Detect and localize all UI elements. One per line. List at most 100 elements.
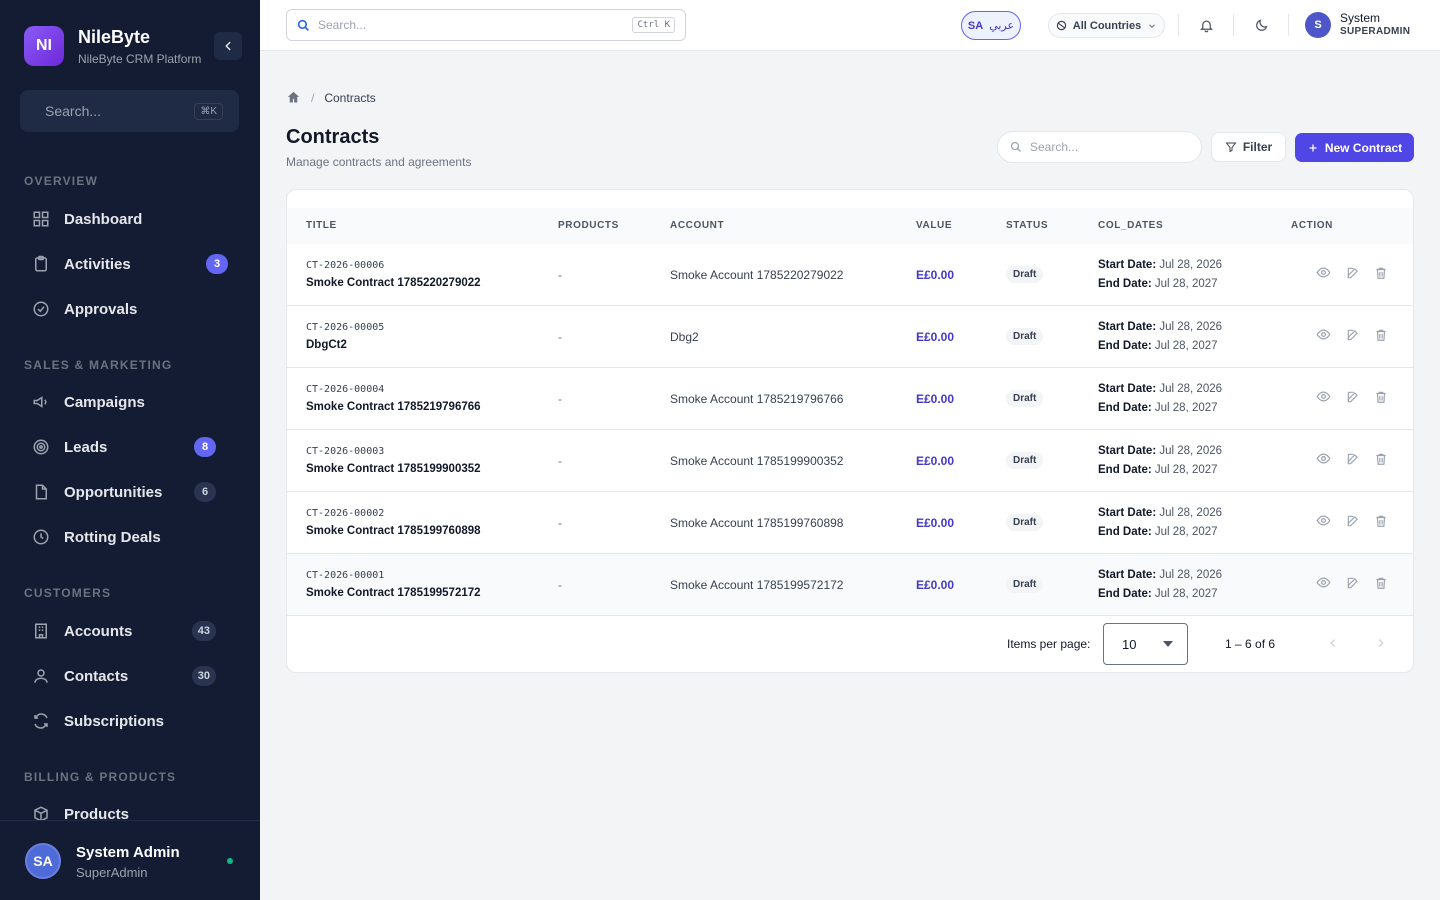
status-badge: Draft	[1006, 390, 1044, 407]
view-button[interactable]	[1315, 453, 1331, 469]
contracts-search-input[interactable]: Search...	[997, 131, 1202, 163]
sidebar-user-profile[interactable]: SA System Admin SuperAdmin	[0, 820, 260, 900]
global-search-input[interactable]: Search... Ctrl K	[286, 9, 686, 41]
view-button[interactable]	[1315, 267, 1331, 283]
edit-button[interactable]	[1345, 267, 1361, 283]
start-date-label: Start Date:	[1098, 445, 1157, 457]
table-row[interactable]: CT-2026-00005 DbgCt2 - Dbg2 E£0.00 Draft Start…	[287, 306, 1413, 368]
column-header-dates[interactable]: COL_DATES	[1098, 220, 1163, 231]
edit-icon	[1346, 514, 1360, 533]
sidebar-item-contacts[interactable]: Contacts 30	[20, 658, 236, 694]
contract-name[interactable]: Smoke Contract 1785220279022	[306, 277, 481, 289]
language-toggle-button[interactable]: SA عربي	[961, 11, 1021, 40]
previous-page-button[interactable]	[1324, 634, 1342, 652]
sidebar-item-label: Leads	[64, 438, 108, 456]
table-row[interactable]: CT-2026-00001 Smoke Contract 178519957217…	[287, 554, 1413, 616]
trash-icon	[1374, 452, 1388, 471]
filter-button[interactable]: Filter	[1211, 132, 1286, 162]
eye-icon	[1316, 389, 1331, 409]
next-page-button[interactable]	[1372, 634, 1390, 652]
end-date-label: End Date:	[1098, 588, 1152, 600]
avatar: S	[1305, 12, 1331, 38]
page-title: Contracts	[286, 126, 380, 148]
end-date-label: End Date:	[1098, 340, 1152, 352]
sidebar: NI NileByte NileByte CRM Platform Search…	[0, 0, 260, 900]
delete-button[interactable]	[1373, 577, 1389, 593]
sidebar-item-leads[interactable]: Leads 8	[20, 429, 236, 465]
view-button[interactable]	[1315, 577, 1331, 593]
sidebar-item-opportunities[interactable]: Opportunities 6	[20, 474, 236, 510]
column-header-title[interactable]: TITLE	[306, 220, 337, 231]
delete-button[interactable]	[1373, 453, 1389, 469]
title-cell: CT-2026-00004 Smoke Contract 178521979676…	[306, 384, 481, 413]
delete-button[interactable]	[1373, 267, 1389, 283]
contract-name[interactable]: Smoke Contract 1785199572172	[306, 587, 481, 599]
delete-button[interactable]	[1373, 391, 1389, 407]
account-cell: Smoke Account 1785199572172	[670, 578, 844, 592]
sidebar-item-campaigns[interactable]: Campaigns	[20, 384, 236, 420]
contract-name[interactable]: Smoke Contract 1785199760898	[306, 525, 481, 537]
chevron-left-icon	[1330, 638, 1336, 648]
top-user-role: SUPERADMIN	[1340, 26, 1411, 37]
megaphone-icon	[32, 393, 50, 411]
notifications-button[interactable]	[1196, 15, 1216, 35]
sidebar-item-dashboard[interactable]: Dashboard	[20, 201, 236, 237]
column-header-products[interactable]: PRODUCTS	[558, 220, 619, 231]
table-row[interactable]: CT-2026-00004 Smoke Contract 178521979676…	[287, 368, 1413, 430]
end-date-label: End Date:	[1098, 526, 1152, 538]
theme-toggle-button[interactable]	[1251, 15, 1271, 35]
target-icon	[32, 438, 50, 456]
trash-icon	[1374, 266, 1388, 285]
edit-button[interactable]	[1345, 329, 1361, 345]
contract-name[interactable]: DbgCt2	[306, 339, 384, 351]
contract-name[interactable]: Smoke Contract 1785199900352	[306, 463, 481, 475]
products-cell: -	[558, 392, 562, 406]
sidebar-item-activities[interactable]: Activities 3	[20, 246, 236, 282]
status-badge: Draft	[1006, 576, 1044, 593]
contract-code: CT-2026-00002	[306, 508, 385, 519]
delete-button[interactable]	[1373, 329, 1389, 345]
column-header-account[interactable]: ACCOUNT	[670, 220, 724, 231]
view-button[interactable]	[1315, 329, 1331, 345]
sidebar-search[interactable]: Search... ⌘K	[20, 90, 239, 132]
view-button[interactable]	[1315, 391, 1331, 407]
end-date: Jul 28, 2027	[1154, 464, 1218, 476]
brand[interactable]: NI NileByte NileByte CRM Platform	[24, 26, 201, 66]
edit-button[interactable]	[1345, 577, 1361, 593]
items-per-page-select[interactable]: 10	[1103, 623, 1188, 665]
dates-cell: Start Date: Jul 28, 2026 End Date: Jul 28…	[1098, 256, 1222, 294]
home-icon[interactable]	[286, 90, 301, 105]
divider	[1233, 14, 1234, 36]
dates-cell: Start Date: Jul 28, 2026 End Date: Jul 28…	[1098, 442, 1222, 480]
edit-button[interactable]	[1345, 515, 1361, 531]
section-billing-products: BILLING & PRODUCTS	[24, 770, 177, 784]
edit-button[interactable]	[1345, 453, 1361, 469]
country-selector[interactable]: All Countries	[1048, 13, 1165, 38]
collapse-sidebar-button[interactable]	[214, 32, 242, 60]
sidebar-item-accounts[interactable]: Accounts 43	[20, 613, 236, 649]
account-cell: Dbg2	[670, 330, 699, 344]
table-row[interactable]: CT-2026-00003 Smoke Contract 178519990035…	[287, 430, 1413, 492]
contract-name[interactable]: Smoke Contract 1785219796766	[306, 401, 481, 413]
trash-icon	[1374, 576, 1388, 595]
edit-button[interactable]	[1345, 391, 1361, 407]
column-header-status[interactable]: STATUS	[1006, 220, 1048, 231]
sidebar-item-label: Dashboard	[64, 210, 143, 228]
search-icon	[1010, 141, 1021, 152]
contract-code: CT-2026-00004	[306, 384, 385, 395]
opportunities-count-badge: 6	[194, 482, 216, 502]
sidebar-item-rotting-deals[interactable]: Rotting Deals	[20, 519, 236, 555]
eye-icon	[1316, 513, 1331, 533]
table-row[interactable]: CT-2026-00006 Smoke Contract 178522027902…	[287, 244, 1413, 306]
sidebar-item-subscriptions[interactable]: Subscriptions	[20, 703, 236, 739]
new-contract-button[interactable]: New Contract	[1295, 133, 1414, 162]
end-date-label: End Date:	[1098, 402, 1152, 414]
sidebar-item-approvals[interactable]: Approvals	[20, 291, 236, 327]
status-badge: Draft	[1006, 328, 1044, 345]
delete-button[interactable]	[1373, 515, 1389, 531]
value-cell: E£0.00	[916, 392, 955, 406]
table-row[interactable]: CT-2026-00002 Smoke Contract 178519976089…	[287, 492, 1413, 554]
view-button[interactable]	[1315, 515, 1331, 531]
column-header-value[interactable]: VALUE	[916, 220, 952, 231]
end-date: Jul 28, 2027	[1154, 340, 1218, 352]
